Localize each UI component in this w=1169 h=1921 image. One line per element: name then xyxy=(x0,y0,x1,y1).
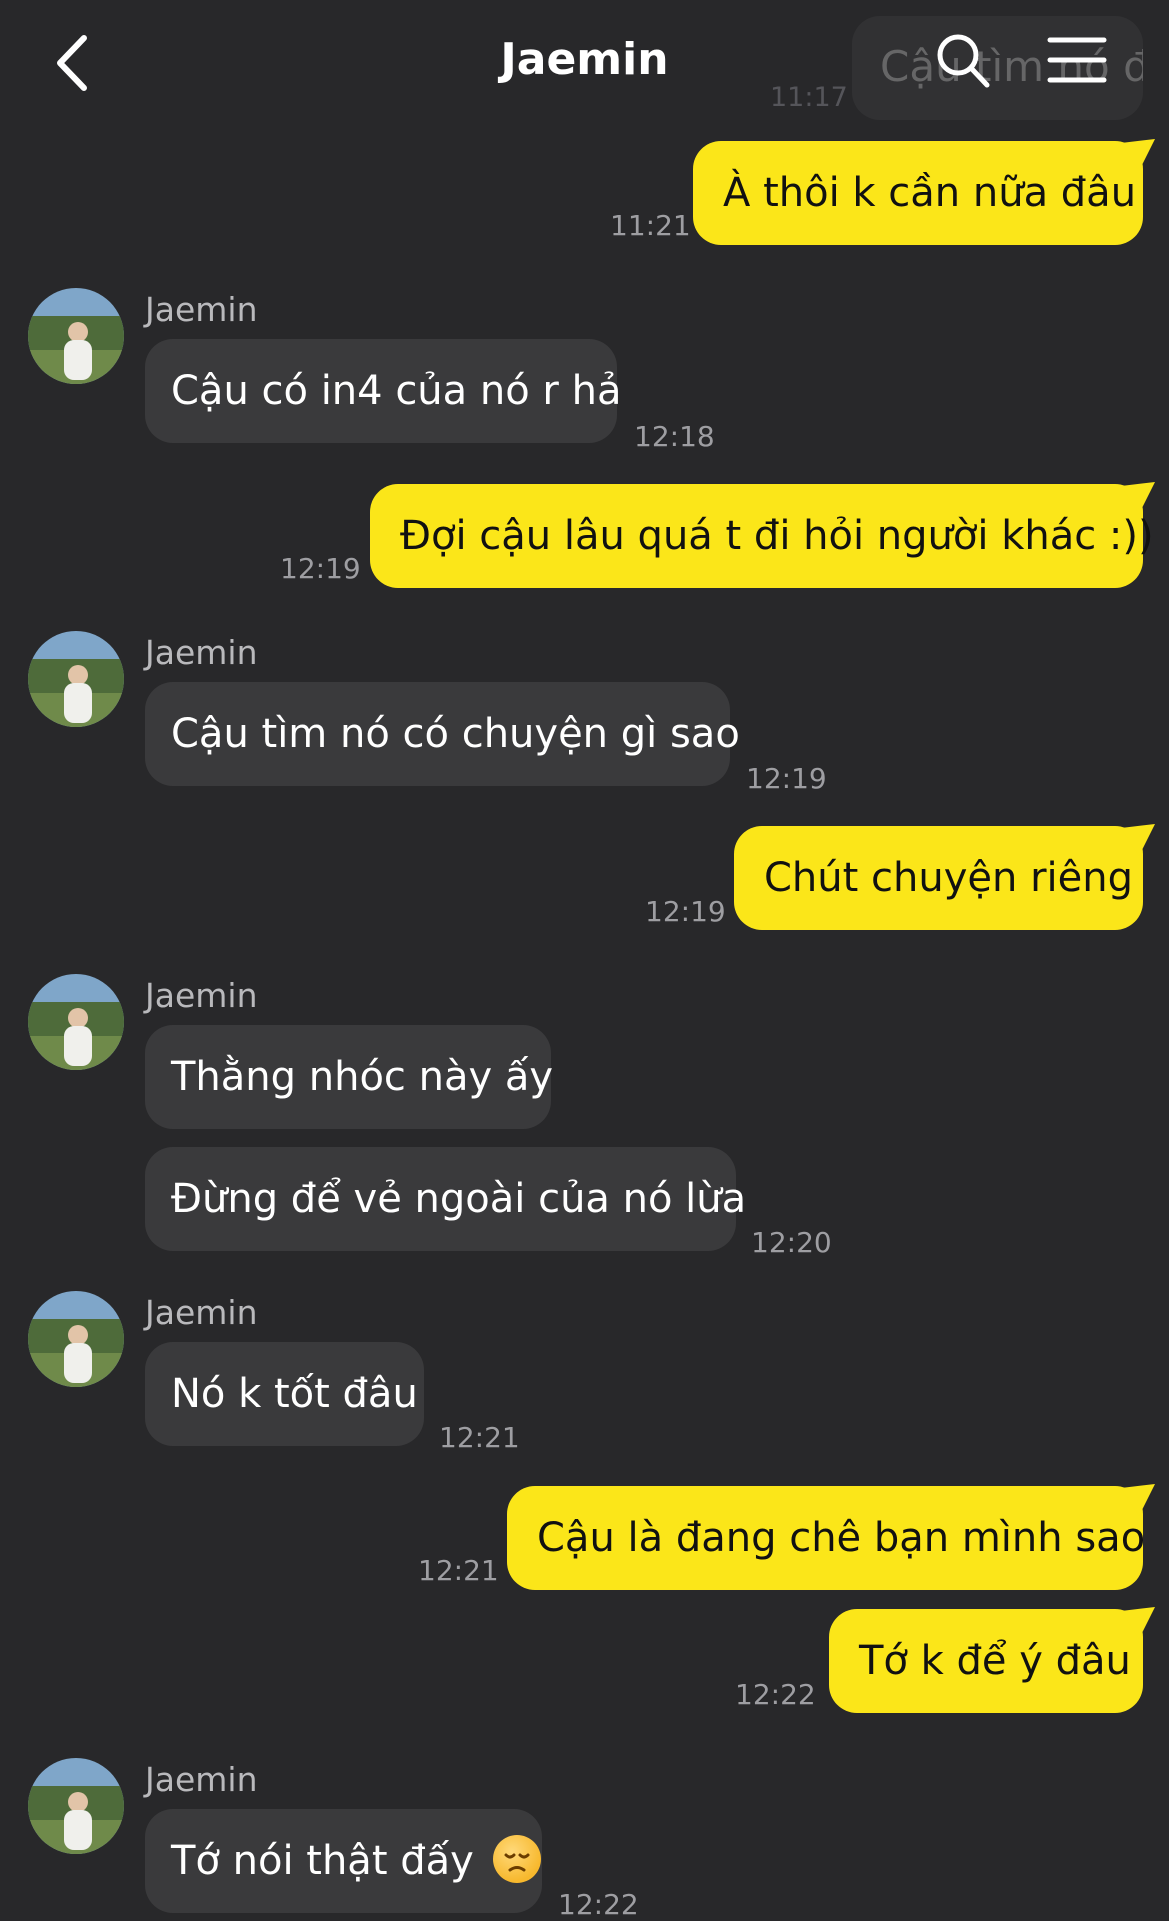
sender-name: Jaemin xyxy=(145,290,258,329)
menu-button[interactable] xyxy=(1047,30,1107,90)
avatar[interactable] xyxy=(28,288,124,384)
outgoing-message[interactable]: Đợi cậu lâu quá t đi hỏi người khác :)) xyxy=(370,482,1155,588)
message-text: Nó k tốt đâu xyxy=(171,1371,418,1417)
avatar[interactable] xyxy=(28,631,124,727)
message-time: 12:19 xyxy=(746,762,827,795)
incoming-message[interactable]: Thằng nhóc này ấy xyxy=(145,1025,554,1129)
sender-name: Jaemin xyxy=(145,1293,258,1332)
message-text: Tớ nói thật đấy xyxy=(171,1838,474,1884)
outgoing-message[interactable]: À thôi k cần nữa đâu xyxy=(693,139,1155,245)
avatar[interactable] xyxy=(28,974,124,1070)
chat-title: Jaemin xyxy=(500,34,669,85)
message-text: À thôi k cần nữa đâu xyxy=(723,170,1137,216)
message-text: Đợi cậu lâu quá t đi hỏi người khác :)) xyxy=(400,513,1154,559)
message-time: 12:22 xyxy=(558,1888,639,1921)
message-text: Tớ k để ý đâu xyxy=(859,1638,1131,1684)
bubble-tail xyxy=(1121,139,1155,171)
bubble-tail xyxy=(1121,1484,1155,1516)
avatar-photo xyxy=(28,288,124,384)
message-text: Cậu có in4 của nó r hả xyxy=(171,368,622,414)
message-text: Cậu tìm nó có chuyện gì sao xyxy=(171,711,740,757)
message-text: Thằng nhóc này ấy xyxy=(171,1054,554,1100)
message-time: 12:21 xyxy=(418,1554,499,1587)
message-time: 12:19 xyxy=(645,895,726,928)
search-icon xyxy=(937,34,990,88)
chat-header: Jaemin xyxy=(0,0,1169,125)
incoming-message[interactable]: Cậu có in4 của nó r hả xyxy=(145,339,621,443)
outgoing-message[interactable]: Tớ k để ý đâu xyxy=(829,1607,1155,1713)
avatar-photo xyxy=(28,631,124,727)
message-text: Đừng để vẻ ngoài của nó lừa xyxy=(171,1176,747,1222)
sender-name: Jaemin xyxy=(145,976,258,1015)
message-text: Cậu là đang chê bạn mình sao xyxy=(537,1515,1146,1561)
incoming-message[interactable]: Nó k tốt đâu xyxy=(145,1342,424,1446)
sender-name: Jaemin xyxy=(145,1760,258,1799)
outgoing-message[interactable]: Chút chuyện riêng xyxy=(734,824,1155,930)
message-time: 12:21 xyxy=(439,1421,520,1454)
bubble-tail xyxy=(1121,482,1155,514)
message-time: 12:18 xyxy=(634,420,715,453)
avatar-photo xyxy=(28,1291,124,1387)
hamburger-menu-icon xyxy=(1047,37,1107,83)
message-time: 12:20 xyxy=(751,1226,832,1259)
incoming-message[interactable]: Đừng để vẻ ngoài của nó lừa xyxy=(145,1147,746,1251)
message-text: Chút chuyện riêng xyxy=(764,855,1133,901)
avatar[interactable] xyxy=(28,1291,124,1387)
sender-name: Jaemin xyxy=(145,633,258,672)
message-time: 12:19 xyxy=(280,552,361,585)
message-time: 11:21 xyxy=(610,209,691,242)
incoming-message[interactable]: Cậu tìm nó có chuyện gì sao xyxy=(145,682,740,786)
outgoing-message[interactable]: Cậu là đang chê bạn mình sao xyxy=(507,1484,1155,1590)
message-time: 12:22 xyxy=(735,1678,816,1711)
bubble-tail xyxy=(1121,824,1155,856)
avatar-photo xyxy=(28,974,124,1070)
incoming-message[interactable]: Tớ nói thật đấy xyxy=(145,1809,542,1913)
avatar[interactable] xyxy=(28,1758,124,1854)
disappointed-face-icon xyxy=(492,1835,541,1883)
avatar-photo xyxy=(28,1758,124,1854)
search-button[interactable] xyxy=(933,30,993,90)
bubble-tail xyxy=(1121,1607,1155,1639)
